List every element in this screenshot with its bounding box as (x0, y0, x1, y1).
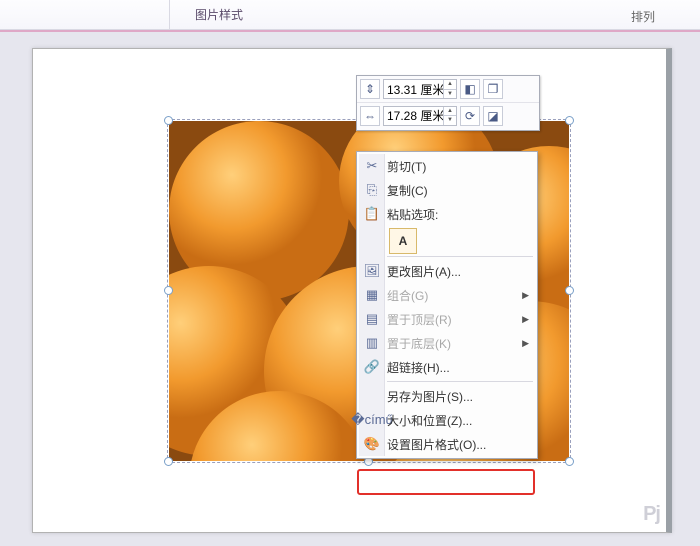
menu-change-picture-label: 更改图片(A)... (383, 263, 529, 280)
menu-size-position[interactable]: �című 大小和位置(Z)... (359, 408, 535, 432)
resize-handle-l[interactable] (164, 286, 173, 295)
slide-canvas[interactable]: Pj (32, 48, 672, 533)
menu-save-as-picture-label: 另存为图片(S)... (383, 388, 529, 405)
width-spinner[interactable]: 17.28 厘米 ▲▼ (383, 106, 457, 126)
ribbon-spacer (0, 0, 170, 29)
send-backward-icon[interactable]: ◪ (483, 106, 503, 126)
resize-handle-tl[interactable] (164, 116, 173, 125)
menu-cut-label: 剪切(T) (383, 158, 529, 175)
ribbon-accent-line (0, 30, 700, 32)
height-value: 13.31 厘米 (387, 81, 444, 98)
menu-bring-front-label: 置于顶层(R) (383, 311, 522, 328)
separator (387, 381, 533, 382)
context-menu: ✂ 剪切(T) ⎘ 复制(C) 📋 粘贴选项: A 🖼 更改图片(A)... ▦… (356, 151, 538, 459)
menu-hyperlink-label: 超链接(H)... (383, 359, 529, 376)
menu-group: ▦ 组合(G) ▶ (359, 283, 535, 307)
submenu-arrow-icon: ▶ (522, 338, 529, 349)
menu-change-picture[interactable]: 🖼 更改图片(A)... (359, 259, 535, 283)
separator (387, 256, 533, 257)
menu-group-label: 组合(G) (383, 287, 522, 304)
crop-icon[interactable]: ◧ (460, 79, 480, 99)
watermark: Pj (643, 503, 660, 526)
resize-handle-br[interactable] (565, 457, 574, 466)
change-picture-icon: 🖼 (361, 262, 383, 280)
bring-forward-icon[interactable]: ❐ (483, 79, 503, 99)
paste-keep-formatting-button[interactable]: A (389, 228, 417, 254)
copy-icon: ⎘ (361, 181, 383, 199)
height-icon: ⇕ (360, 79, 380, 99)
menu-format-picture[interactable]: 🎨 设置图片格式(O)... (359, 432, 535, 456)
paste-icon: 📋 (361, 205, 383, 223)
format-picture-icon: 🎨 (361, 435, 383, 453)
height-spin-buttons[interactable]: ▲▼ (443, 80, 456, 98)
resize-handle-bl[interactable] (164, 457, 173, 466)
height-spinner[interactable]: 13.31 厘米 ▲▼ (383, 79, 457, 99)
rotate-icon[interactable]: ⟳ (460, 106, 480, 126)
bring-front-icon: ▤ (361, 310, 383, 328)
menu-send-back: ▥ 置于底层(K) ▶ (359, 331, 535, 355)
menu-copy[interactable]: ⎘ 复制(C) (359, 178, 535, 202)
menu-copy-label: 复制(C) (383, 182, 529, 199)
cut-icon: ✂ (361, 157, 383, 175)
group-label-arrange: 排列 (631, 8, 655, 25)
menu-size-position-label: 大小和位置(Z)... (383, 412, 529, 429)
menu-cut[interactable]: ✂ 剪切(T) (359, 154, 535, 178)
resize-handle-r[interactable] (565, 286, 574, 295)
width-value: 17.28 厘米 (387, 107, 444, 124)
size-position-icon: �című (361, 411, 383, 429)
paste-options-text: 粘贴选项: (383, 206, 529, 223)
menu-send-back-label: 置于底层(K) (383, 335, 522, 352)
menu-hyperlink[interactable]: 🔗 超链接(H)... (359, 355, 535, 379)
ribbon-bar: 图片样式 排列 (0, 0, 700, 30)
group-icon: ▦ (361, 286, 383, 304)
submenu-arrow-icon: ▶ (522, 290, 529, 301)
mini-size-toolbar: ⇕ 13.31 厘米 ▲▼ ◧ ❐ ⇔ 17.28 厘米 ▲▼ ⟳ ◪ (356, 75, 540, 131)
width-icon: ⇔ (360, 106, 380, 126)
send-back-icon: ▥ (361, 334, 383, 352)
menu-paste-options-label: 📋 粘贴选项: (359, 202, 535, 226)
menu-bring-front: ▤ 置于顶层(R) ▶ (359, 307, 535, 331)
width-spin-buttons[interactable]: ▲▼ (443, 107, 456, 125)
submenu-arrow-icon: ▶ (522, 314, 529, 325)
hyperlink-icon: 🔗 (361, 358, 383, 376)
save-as-picture-icon (361, 387, 383, 405)
menu-save-as-picture[interactable]: 另存为图片(S)... (359, 384, 535, 408)
tab-picture-style[interactable]: 图片样式 (170, 0, 268, 29)
menu-format-picture-label: 设置图片格式(O)... (383, 436, 529, 453)
resize-handle-tr[interactable] (565, 116, 574, 125)
